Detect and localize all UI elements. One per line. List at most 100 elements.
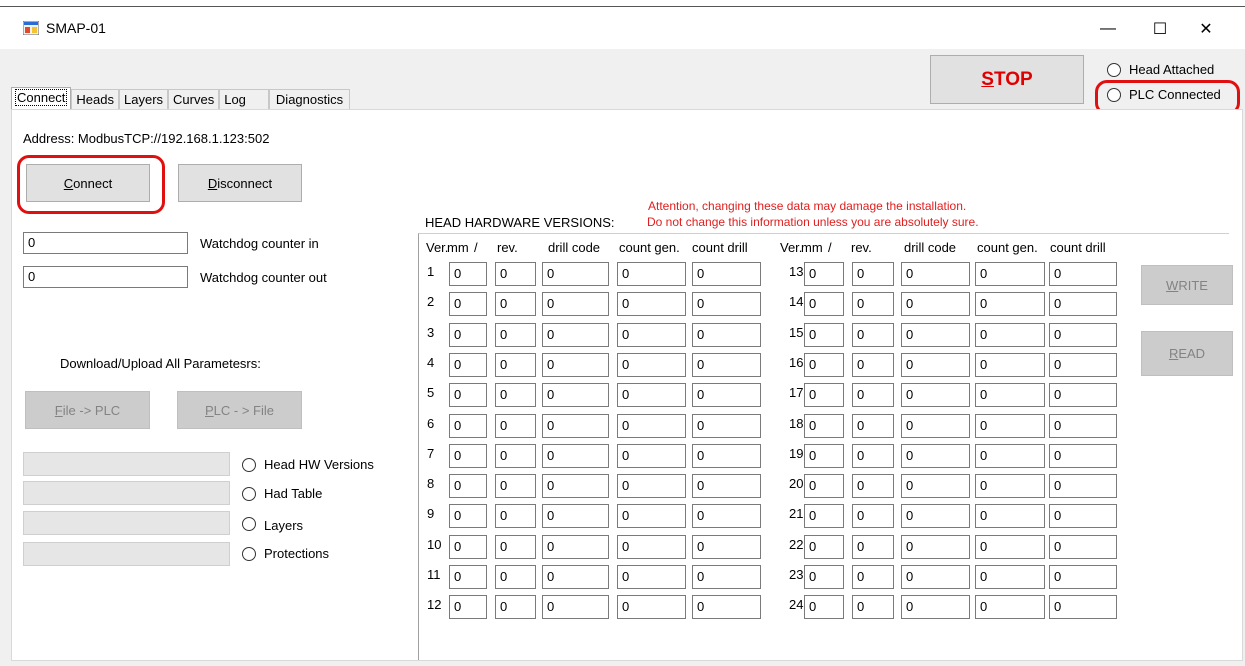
maximize-button[interactable]: ☐ — [1137, 15, 1183, 43]
minimize-button[interactable]: — — [1085, 15, 1131, 43]
hw-left-cell[interactable]: 0 — [495, 534, 536, 559]
tab-diagnostics[interactable]: Diagnostics — [268, 89, 351, 110]
hw-left-cell[interactable]: 0 — [617, 262, 686, 286]
hw-left-cell[interactable]: 0 — [495, 565, 536, 589]
hw-right-cell[interactable]: 0 — [901, 504, 970, 529]
hw-left-cell[interactable]: 0 — [449, 383, 487, 408]
hw-right-cell[interactable]: 0 — [852, 292, 894, 317]
hw-right-cell[interactable]: 0 — [1049, 262, 1117, 286]
hw-left-cell[interactable]: 0 — [449, 262, 487, 286]
hw-right-cell[interactable]: 0 — [975, 413, 1045, 438]
hw-right-cell[interactable]: 0 — [804, 534, 844, 559]
hw-right-cell[interactable]: 0 — [1049, 383, 1117, 408]
hw-left-cell[interactable]: 0 — [617, 504, 686, 529]
hw-right-cell[interactable]: 0 — [852, 565, 894, 589]
hw-left-cell[interactable]: 0 — [617, 474, 686, 499]
hw-right-cell[interactable]: 0 — [901, 413, 970, 438]
hw-right-cell[interactable]: 0 — [1049, 595, 1117, 620]
hw-left-cell[interactable]: 0 — [692, 322, 761, 347]
hw-left-cell[interactable]: 0 — [617, 292, 686, 317]
hw-right-cell[interactable]: 0 — [975, 565, 1045, 589]
hw-left-cell[interactable]: 0 — [617, 565, 686, 589]
hw-right-cell[interactable]: 0 — [804, 413, 844, 438]
tab-log[interactable]: Log — [219, 89, 269, 110]
hw-right-cell[interactable]: 0 — [1049, 534, 1117, 559]
hw-right-cell[interactable]: 0 — [804, 322, 844, 347]
hw-right-cell[interactable]: 0 — [901, 534, 970, 559]
hw-left-cell[interactable]: 0 — [495, 352, 536, 377]
hw-right-cell[interactable]: 0 — [804, 443, 844, 468]
hw-right-cell[interactable]: 0 — [975, 322, 1045, 347]
hw-right-cell[interactable]: 0 — [1049, 352, 1117, 377]
hw-left-cell[interactable]: 0 — [692, 534, 761, 559]
hw-left-cell[interactable]: 0 — [542, 595, 609, 620]
hw-right-cell[interactable]: 0 — [852, 413, 894, 438]
hw-left-cell[interactable]: 0 — [542, 322, 609, 347]
hw-right-cell[interactable]: 0 — [975, 352, 1045, 377]
hw-right-cell[interactable]: 0 — [852, 262, 894, 286]
hw-left-cell[interactable]: 0 — [692, 262, 761, 286]
hw-right-cell[interactable]: 0 — [1049, 474, 1117, 499]
tab-connect[interactable]: Connect — [11, 87, 72, 110]
hw-left-cell[interactable]: 0 — [542, 474, 609, 499]
close-button[interactable]: ✕ — [1183, 15, 1229, 43]
hw-left-cell[interactable]: 0 — [449, 595, 487, 620]
hw-left-cell[interactable]: 0 — [617, 443, 686, 468]
hw-left-cell[interactable]: 0 — [542, 292, 609, 317]
disconnect-button[interactable]: Disconnect — [178, 164, 302, 202]
hw-right-cell[interactable]: 0 — [1049, 322, 1117, 347]
hw-right-cell[interactable]: 0 — [1049, 504, 1117, 529]
write-button[interactable]: W RITE — [1141, 265, 1233, 305]
hw-left-cell[interactable]: 0 — [692, 504, 761, 529]
hw-right-cell[interactable]: 0 — [975, 292, 1045, 317]
hw-left-cell[interactable]: 0 — [542, 443, 609, 468]
hw-right-cell[interactable]: 0 — [1049, 292, 1117, 317]
hw-left-cell[interactable]: 0 — [692, 565, 761, 589]
hw-right-cell[interactable]: 0 — [1049, 413, 1117, 438]
hw-left-cell[interactable]: 0 — [449, 352, 487, 377]
file-to-plc-button[interactable]: File -> PLC — [25, 391, 150, 429]
layers-radio[interactable] — [242, 517, 256, 531]
hw-right-cell[interactable]: 0 — [975, 504, 1045, 529]
hw-left-cell[interactable]: 0 — [542, 352, 609, 377]
hw-left-cell[interactable]: 0 — [617, 383, 686, 408]
hw-left-cell[interactable]: 0 — [495, 474, 536, 499]
hw-right-cell[interactable]: 0 — [852, 443, 894, 468]
hw-left-cell[interactable]: 0 — [617, 413, 686, 438]
hw-left-cell[interactable]: 0 — [495, 292, 536, 317]
hw-right-cell[interactable]: 0 — [804, 262, 844, 286]
protections-radio[interactable] — [242, 547, 256, 561]
hw-right-cell[interactable]: 0 — [975, 443, 1045, 468]
hw-right-cell[interactable]: 0 — [852, 352, 894, 377]
hw-right-cell[interactable]: 0 — [901, 352, 970, 377]
hw-left-cell[interactable]: 0 — [495, 595, 536, 620]
tab-layers[interactable]: Layers — [119, 89, 169, 110]
hw-right-cell[interactable]: 0 — [1049, 443, 1117, 468]
hw-right-cell[interactable]: 0 — [852, 474, 894, 499]
hw-left-cell[interactable]: 0 — [449, 534, 487, 559]
hw-right-cell[interactable]: 0 — [852, 383, 894, 408]
hw-left-cell[interactable]: 0 — [449, 565, 487, 589]
head-hw-radio[interactable] — [242, 458, 256, 472]
hw-left-cell[interactable]: 0 — [542, 565, 609, 589]
stop-button[interactable]: S TOP — [930, 55, 1084, 104]
hw-right-cell[interactable]: 0 — [975, 534, 1045, 559]
hw-left-cell[interactable]: 0 — [449, 504, 487, 529]
hw-left-cell[interactable]: 0 — [449, 292, 487, 317]
hw-left-cell[interactable]: 0 — [449, 413, 487, 438]
watchdog-out-field[interactable]: 0 — [23, 266, 188, 288]
tab-heads[interactable]: Heads — [71, 89, 119, 110]
tab-curves[interactable]: Curves — [168, 89, 220, 110]
hw-left-cell[interactable]: 0 — [495, 262, 536, 286]
hw-right-cell[interactable]: 0 — [804, 292, 844, 317]
hw-left-cell[interactable]: 0 — [692, 595, 761, 620]
watchdog-in-field[interactable]: 0 — [23, 232, 188, 254]
hw-left-cell[interactable]: 0 — [495, 413, 536, 438]
had-table-radio[interactable] — [242, 487, 256, 501]
hw-right-cell[interactable]: 0 — [804, 504, 844, 529]
hw-left-cell[interactable]: 0 — [692, 474, 761, 499]
hw-right-cell[interactable]: 0 — [975, 474, 1045, 499]
hw-left-cell[interactable]: 0 — [692, 383, 761, 408]
hw-left-cell[interactable]: 0 — [449, 443, 487, 468]
hw-left-cell[interactable]: 0 — [692, 413, 761, 438]
